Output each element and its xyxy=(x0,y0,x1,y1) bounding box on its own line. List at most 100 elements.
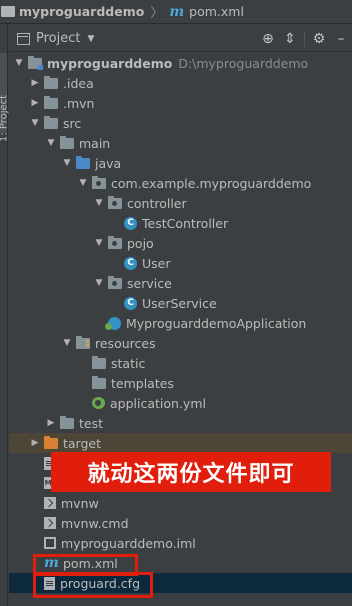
tree-item-label: application.yml xyxy=(110,395,206,411)
gear-icon[interactable]: ⚙ xyxy=(308,28,330,50)
tree-item-label: com.example.myproguarddemo xyxy=(111,175,312,191)
terminal-file-icon xyxy=(44,497,56,509)
tree-item-mvnw[interactable]: ▶ mvnw xyxy=(9,493,352,513)
expand-arrow-icon[interactable]: ▼ xyxy=(93,197,105,209)
tree-item-label: static xyxy=(111,355,146,371)
package-icon xyxy=(108,275,122,289)
yaml-spring-icon xyxy=(92,397,105,409)
expand-arrow-icon[interactable]: ▼ xyxy=(45,137,57,149)
chevron-down-icon[interactable]: ▼ xyxy=(87,34,94,44)
folder-icon xyxy=(92,375,106,389)
project-tool-tab[interactable]: 1: Project xyxy=(0,53,10,142)
project-tree[interactable]: ▼ myproguarddemo D:\myproguarddemo ▶ .id… xyxy=(9,53,352,606)
folder-icon xyxy=(44,115,58,129)
iml-file-icon xyxy=(44,537,56,549)
tree-item-label: controller xyxy=(127,195,187,211)
folder-icon xyxy=(44,75,58,89)
collapse-icon[interactable]: ⇕ xyxy=(279,28,301,50)
tree-item-path: D:\myproguarddemo xyxy=(178,55,309,71)
tree-item-controller[interactable]: ▼ controller xyxy=(9,193,352,213)
project-toolbar: Project ▼ ⊕ ⇕ ⚙ – xyxy=(9,26,352,52)
tree-item-label: myproguarddemo xyxy=(47,55,173,71)
tree-item-templates[interactable]: ▶ templates xyxy=(9,373,352,393)
tree-item-service[interactable]: ▼ service xyxy=(9,273,352,293)
tree-item-src[interactable]: ▼ src xyxy=(9,113,352,133)
tree-item-iml[interactable]: ▶ myproguarddemo.iml xyxy=(9,533,352,553)
annotation-banner: 就动这两份文件即可 xyxy=(51,452,331,492)
expand-arrow-icon[interactable]: ▼ xyxy=(61,157,73,169)
collapsed-arrow-icon[interactable]: ▶ xyxy=(29,97,41,109)
tree-item-user[interactable]: ▶ C User xyxy=(9,253,352,273)
class-icon: C xyxy=(124,256,137,270)
crosshair-icon[interactable]: ⊕ xyxy=(257,28,279,50)
tree-item-application-yml[interactable]: ▶ application.yml xyxy=(9,393,352,413)
toolbar-actions: ⊕ ⇕ ⚙ – xyxy=(257,26,352,52)
tree-item-label: resources xyxy=(95,335,156,351)
tree-item-package-root[interactable]: ▼ com.example.myproguarddemo xyxy=(9,173,352,193)
tree-item-label: test xyxy=(79,415,104,431)
tree-item-label: main xyxy=(79,135,111,151)
resources-folder-icon xyxy=(76,335,90,349)
toolbar-divider xyxy=(304,31,305,47)
collapsed-arrow-icon[interactable]: ▶ xyxy=(45,417,57,429)
tree-item-myproguarddemo[interactable]: ▼ myproguarddemo D:\myproguarddemo xyxy=(9,53,352,73)
tree-item-static[interactable]: ▶ static xyxy=(9,353,352,373)
expand-arrow-icon[interactable]: ▼ xyxy=(93,237,105,249)
project-view-selector[interactable]: Project xyxy=(36,31,80,46)
expand-arrow-icon[interactable]: ▼ xyxy=(77,177,89,189)
tool-window-strip: 1: Project xyxy=(0,25,10,606)
folder-icon xyxy=(60,415,74,429)
tree-item-label: User xyxy=(142,255,171,271)
tree-item-test[interactable]: ▶ test xyxy=(9,413,352,433)
tree-item-testcontroller[interactable]: ▶ C TestController xyxy=(9,213,352,233)
class-icon: C xyxy=(124,296,137,310)
package-icon xyxy=(108,235,122,249)
terminal-file-icon xyxy=(44,517,56,529)
tree-item-java[interactable]: ▼ java xyxy=(9,153,352,173)
module-folder-icon xyxy=(28,55,43,70)
tree-item-label: pojo xyxy=(127,235,154,251)
folder-icon xyxy=(1,6,15,17)
tree-item-pojo[interactable]: ▼ pojo xyxy=(9,233,352,253)
folder-icon xyxy=(60,135,74,149)
tree-item-label: java xyxy=(95,155,122,171)
breadcrumb-file[interactable]: pom.xml xyxy=(189,4,244,19)
tree-item-label: .mvn xyxy=(63,95,95,111)
tree-item-resources[interactable]: ▼ resources xyxy=(9,333,352,353)
tree-item-label: TestController xyxy=(142,215,229,231)
tree-item-label: target xyxy=(63,435,102,451)
tree-item-label: .idea xyxy=(63,75,94,91)
tree-item-application-class[interactable]: ▶ MyproguarddemoApplication xyxy=(9,313,352,333)
collapsed-arrow-icon[interactable]: ▶ xyxy=(29,437,41,449)
tree-item-label: src xyxy=(63,115,82,131)
spring-boot-icon xyxy=(105,316,121,330)
expand-arrow-icon[interactable]: ▼ xyxy=(29,117,41,129)
class-icon: C xyxy=(124,216,137,230)
breadcrumb-project[interactable]: myproguarddemo xyxy=(19,4,144,19)
source-folder-icon xyxy=(76,155,90,169)
highlight-box-proguard xyxy=(33,572,153,598)
tree-item-label: MyproguarddemoApplication xyxy=(126,315,307,331)
excluded-folder-icon xyxy=(44,435,58,449)
tree-item-userservice[interactable]: ▶ C UserService xyxy=(9,293,352,313)
folder-icon xyxy=(44,95,58,109)
project-window-icon xyxy=(17,32,30,45)
collapsed-arrow-icon[interactable]: ▶ xyxy=(29,77,41,89)
tree-item-label: service xyxy=(127,275,172,291)
tree-item-main[interactable]: ▼ main xyxy=(9,133,352,153)
tree-item-label: templates xyxy=(111,375,174,391)
tree-item-idea[interactable]: ▶ .idea xyxy=(9,73,352,93)
tree-item-mvn[interactable]: ▶ .mvn xyxy=(9,93,352,113)
expand-arrow-icon[interactable]: ▼ xyxy=(93,277,105,289)
tree-item-label: mvnw.cmd xyxy=(61,515,129,531)
expand-arrow-icon[interactable]: ▼ xyxy=(61,337,73,349)
navigation-breadcrumb: myproguarddemo 〉 m pom.xml xyxy=(0,0,352,24)
maven-icon: m xyxy=(169,3,185,20)
tree-item-target[interactable]: ▶ target xyxy=(9,433,352,453)
hide-icon[interactable]: – xyxy=(330,28,352,50)
chevron-right-icon: 〉 xyxy=(150,6,164,21)
tree-item-label: UserService xyxy=(142,295,217,311)
package-icon xyxy=(108,195,122,209)
tree-item-mvnw-cmd[interactable]: ▶ mvnw.cmd xyxy=(9,513,352,533)
expand-arrow-icon[interactable]: ▼ xyxy=(13,57,25,69)
